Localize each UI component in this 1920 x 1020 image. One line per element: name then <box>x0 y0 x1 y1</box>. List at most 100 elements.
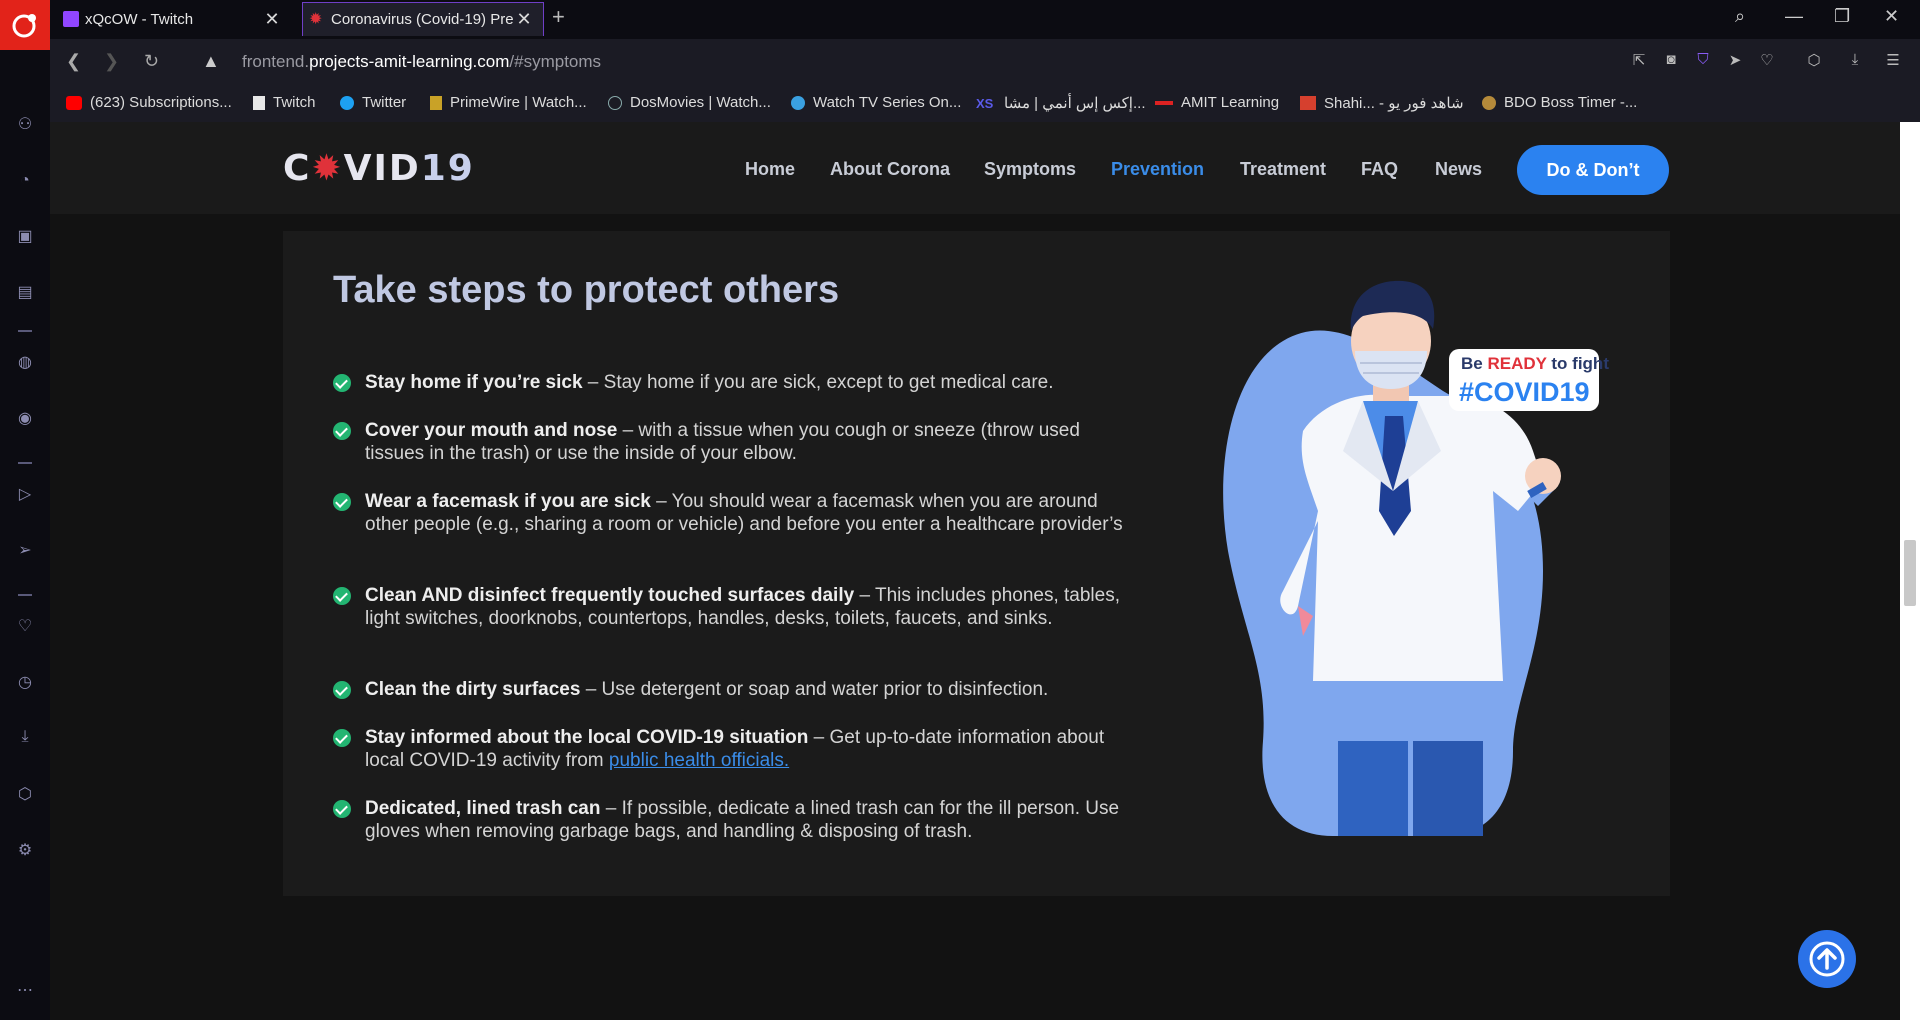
nav-faq[interactable]: FAQ <box>1361 159 1398 180</box>
tab-covid[interactable]: ✹ Coronavirus (Covid-19) Pre ✕ <box>302 2 544 36</box>
back-button[interactable]: ❮ <box>66 51 81 72</box>
scroll-to-top-button[interactable] <box>1798 930 1856 988</box>
send-icon[interactable]: ➤ <box>1726 51 1744 69</box>
bookmark-item[interactable]: Twitter <box>340 94 406 111</box>
covid-icon: ✹ <box>309 10 323 28</box>
bookmarks-bar: (623) Subscriptions... Twitch Twitter Pr… <box>50 86 1920 122</box>
bookmarks-heart-icon[interactable]: ♡ <box>14 616 36 638</box>
url-field[interactable]: frontend.projects-amit-learning.com/#sym… <box>242 52 601 72</box>
check-circle-icon <box>333 729 351 747</box>
check-circle-icon <box>333 422 351 440</box>
player-icon[interactable]: ▷ <box>14 484 36 506</box>
share-icon[interactable]: ⇱ <box>1630 51 1648 69</box>
tab-title: xQcOW - Twitch <box>85 10 194 28</box>
badge-pre: Be <box>1461 354 1488 373</box>
gaming-icon[interactable]: ⚇ <box>14 114 36 136</box>
bookmark-label: BDO Boss Timer -... <box>1504 94 1638 111</box>
warning-icon[interactable]: ▲ <box>202 51 220 72</box>
item-text: – Stay home if you are sick, except to g… <box>582 372 1054 393</box>
scrollbar-thumb[interactable] <box>1904 540 1916 606</box>
new-tab-button[interactable]: + <box>552 4 565 30</box>
search-tabs-icon[interactable]: ⌕ <box>1735 6 1745 27</box>
twitch-sidebar-icon[interactable]: ▤ <box>14 282 36 304</box>
sidebar-divider <box>18 462 32 464</box>
item-heading: Wear a facemask if you are sick <box>365 491 651 512</box>
download-icon[interactable]: ⤓ <box>1846 51 1864 69</box>
nav-about-corona[interactable]: About Corona <box>830 159 950 180</box>
nav-home[interactable]: Home <box>745 159 795 180</box>
bookmark-item[interactable]: DosMovies | Watch... <box>608 94 771 111</box>
heart-icon[interactable]: ♡ <box>1758 51 1776 69</box>
list-item: Clean AND disinfect frequently touched s… <box>333 584 1133 630</box>
url-prefix: frontend. <box>242 52 310 71</box>
bookmark-label: PrimeWire | Watch... <box>450 94 587 111</box>
section-title: Take steps to protect others <box>333 269 840 311</box>
list-item: Cover your mouth and nose – with a tissu… <box>333 419 1133 465</box>
camera-icon[interactable]: ◙ <box>1662 51 1680 69</box>
public-health-officials-link[interactable]: public health officials. <box>609 750 789 771</box>
primewire-icon <box>430 95 442 110</box>
close-window-button[interactable]: ✕ <box>1884 6 1899 27</box>
close-icon[interactable]: ✕ <box>263 9 281 30</box>
tab-twitch[interactable]: xQcOW - Twitch ✕ <box>57 2 291 36</box>
item-heading: Cover your mouth and nose <box>365 420 618 441</box>
bookmark-label: DosMovies | Watch... <box>630 94 771 111</box>
bookmark-item[interactable]: XS إكس إس أنمي | مشا... <box>976 94 1146 112</box>
bookmark-item[interactable]: PrimeWire | Watch... <box>430 94 587 111</box>
check-circle-icon <box>333 800 351 818</box>
restore-button[interactable]: ❐ <box>1834 6 1850 27</box>
bookmark-label: AMIT Learning <box>1181 94 1280 111</box>
logo-c: C <box>283 148 312 189</box>
opera-menu-button[interactable] <box>0 0 50 50</box>
extensions-cube-icon[interactable]: ⬡ <box>14 784 36 806</box>
opera-sidebar: ⚇ ◔ ▣ ▤ ◍ ◉ ▷ ➢ ♡ ◷ ⤓ ⬡ ⚙ ⋯ <box>0 50 50 1020</box>
item-heading: Clean the dirty surfaces <box>365 679 581 700</box>
settings-gear-icon[interactable]: ⚙ <box>14 840 36 862</box>
site-header: C✹VID19 Home About Corona Symptoms Preve… <box>50 122 1900 214</box>
bookmark-label: إكس إس أنمي | مشا... <box>1004 95 1146 112</box>
check-circle-icon <box>333 493 351 511</box>
nav-symptoms[interactable]: Symptoms <box>984 159 1076 180</box>
whatsapp-icon[interactable]: ◉ <box>14 408 36 430</box>
opera-logo-icon <box>12 14 36 38</box>
easy-setup-icon[interactable]: ☰ <box>1884 51 1902 69</box>
bookmark-item[interactable]: BDO Boss Timer -... <box>1482 94 1637 111</box>
url-domain: projects-amit-learning.com <box>309 52 510 71</box>
tab-bar: xQcOW - Twitch ✕ ✹ Coronavirus (Covid-19… <box>0 0 1920 50</box>
bookmark-item[interactable]: Shahi... - شاهد فور يو <box>1300 94 1464 112</box>
bookmark-label: Twitch <box>273 94 316 111</box>
bookmark-item[interactable]: (623) Subscriptions... <box>66 94 232 111</box>
nav-prevention[interactable]: Prevention <box>1111 159 1204 180</box>
amit-icon <box>1155 100 1173 105</box>
nav-treatment[interactable]: Treatment <box>1240 159 1326 180</box>
do-and-dont-button[interactable]: Do & Don’t <box>1517 145 1669 195</box>
bookmark-item[interactable]: Twitch <box>253 94 316 111</box>
dosmovies-icon <box>608 95 622 110</box>
shahid-icon <box>1300 96 1316 110</box>
forward-button[interactable]: ❯ <box>104 51 119 72</box>
speed-dial-icon[interactable]: ◔ <box>14 170 36 192</box>
bookmark-item[interactable]: Watch TV Series On... <box>791 94 961 111</box>
bookmark-item[interactable]: AMIT Learning <box>1155 94 1279 111</box>
reload-button[interactable]: ↻ <box>144 51 159 72</box>
minimize-button[interactable]: — <box>1785 6 1803 27</box>
close-icon[interactable]: ✕ <box>515 9 533 30</box>
workspace-icon[interactable]: ▣ <box>14 226 36 248</box>
item-heading: Dedicated, lined trash can <box>365 798 601 819</box>
check-circle-icon <box>333 681 351 699</box>
flow-send-icon[interactable]: ➢ <box>14 540 36 562</box>
nav-news[interactable]: News <box>1435 159 1482 180</box>
cube-icon[interactable]: ⬡ <box>1805 51 1823 69</box>
sidebar-divider <box>18 594 32 596</box>
tab-title: Coronavirus (Covid-19) Pre <box>331 11 514 28</box>
messenger-icon[interactable]: ◍ <box>14 352 36 374</box>
doctor-illustration: Be READY to fight #COVID19 <box>1213 271 1633 856</box>
list-item: Stay informed about the local COVID-19 s… <box>333 726 1133 772</box>
list-item: Stay home if you’re sick – Stay home if … <box>333 371 1133 394</box>
downloads-icon[interactable]: ⤓ <box>14 726 36 748</box>
twitch-icon <box>63 11 79 27</box>
vpn-shield-icon[interactable]: ⛉ <box>1694 51 1712 69</box>
history-clock-icon[interactable]: ◷ <box>14 672 36 694</box>
site-logo[interactable]: C✹VID19 <box>283 148 475 189</box>
more-icon[interactable]: ⋯ <box>14 980 36 1002</box>
